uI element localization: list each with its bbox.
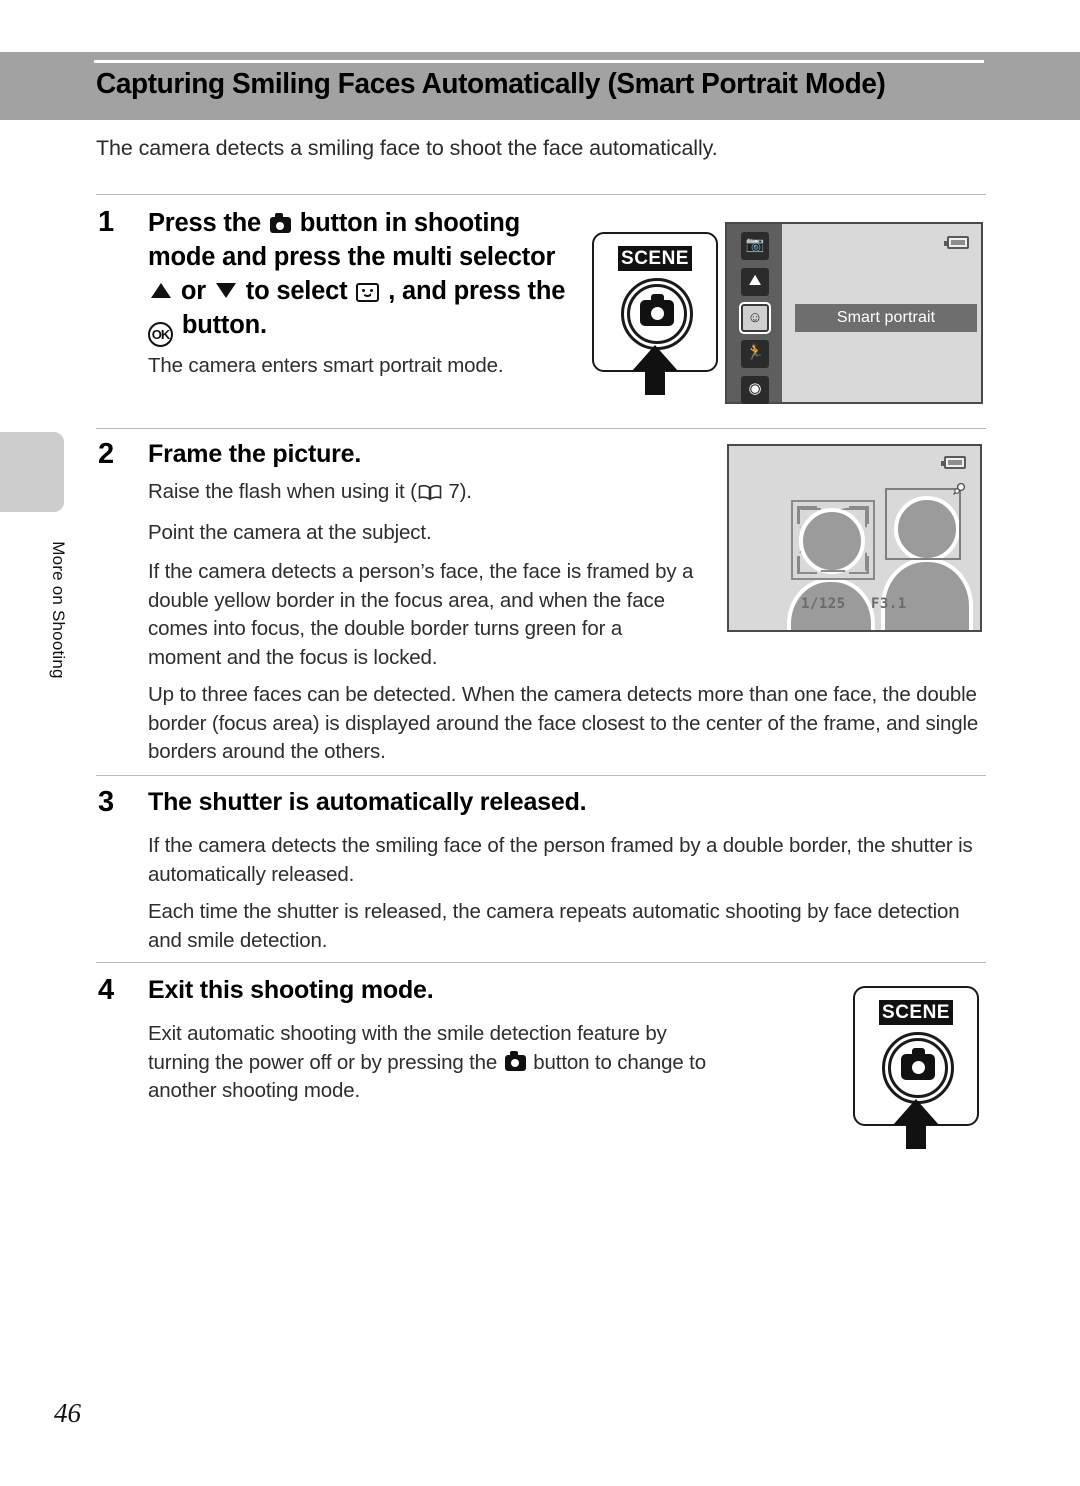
step-1-heading: Press the button in shooting mode and pr… bbox=[148, 206, 578, 347]
camera-mode-icon-dial-2 bbox=[901, 1048, 935, 1080]
rule-step2 bbox=[96, 428, 986, 429]
chapter-tab-label: More on Shooting bbox=[49, 541, 68, 679]
double-focus-inner bbox=[797, 506, 869, 574]
step-2-body-line-3: If the camera detects a person’s face, t… bbox=[148, 560, 694, 669]
step-2-body-line-1: Raise the flash when using it ( 7). bbox=[148, 478, 688, 507]
aperture-value: F3.1 bbox=[871, 596, 907, 612]
step-2-body-line-4: Up to three faces can be detected. When … bbox=[148, 683, 979, 763]
viewfinder-battery-icon bbox=[941, 456, 966, 469]
step-2-flash-text-b: 7). bbox=[448, 480, 472, 503]
page-number: 46 bbox=[54, 1398, 81, 1428]
rule-step4 bbox=[96, 962, 986, 963]
step-3-body-line-1: If the camera detects the smiling face o… bbox=[148, 834, 973, 886]
camera-mode-icon bbox=[269, 213, 291, 233]
person-right-body bbox=[881, 558, 973, 630]
ok-button-icon: OK bbox=[148, 322, 173, 347]
step-2-heading: Frame the picture. bbox=[148, 440, 362, 468]
title-rule bbox=[94, 60, 984, 63]
step-4-heading: Exit this shooting mode. bbox=[148, 976, 434, 1004]
single-focus-border bbox=[885, 488, 961, 560]
auto-mode-icon: ◉ bbox=[741, 376, 769, 404]
step-1-body: The camera enters smart portrait mode. bbox=[148, 354, 504, 377]
step-3-body-line-2: Each time the shutter is released, the c… bbox=[148, 900, 960, 952]
step-4-body: Exit automatic shooting with the smile d… bbox=[148, 1020, 708, 1106]
step-2-number: 2 bbox=[98, 438, 115, 470]
night-portrait-icon: 📷 bbox=[741, 232, 769, 260]
selected-menu-item[interactable]: Smart portrait bbox=[795, 304, 977, 332]
night-landscape-glyph: ⛰ bbox=[748, 272, 762, 289]
step-3-number: 3 bbox=[98, 786, 115, 818]
step-1-text-f: button. bbox=[181, 311, 267, 339]
smart-portrait-smiley-icon bbox=[356, 283, 380, 302]
scene-label-1: SCENE bbox=[618, 246, 692, 271]
chapter-tab-block bbox=[0, 432, 64, 512]
battery-icon bbox=[944, 236, 969, 249]
lcd-menu-illustration: 📷 ⛰ ☺ 🏃 ◉ Smart portrait bbox=[725, 222, 983, 404]
step-1-text-c: or bbox=[180, 277, 206, 305]
page-title-banner: Capturing Smiling Faces Automatically (S… bbox=[0, 52, 1080, 120]
flash-ready-icon bbox=[950, 482, 966, 498]
sports-icon: 🏃 bbox=[741, 340, 769, 368]
smart-portrait-icon[interactable]: ☺ bbox=[739, 302, 771, 334]
night-portrait-glyph: 📷 bbox=[745, 236, 765, 253]
triangle-down-icon bbox=[215, 283, 236, 298]
scene-label-2: SCENE bbox=[879, 1000, 953, 1025]
step-4-number: 4 bbox=[98, 974, 115, 1006]
viewfinder-battery-fill bbox=[948, 460, 962, 465]
smart-portrait-glyph: ☺ bbox=[747, 309, 763, 326]
auto-mode-glyph: ◉ bbox=[748, 380, 762, 397]
step-1-number: 1 bbox=[98, 206, 115, 238]
sports-glyph: 🏃 bbox=[745, 344, 765, 361]
night-landscape-icon: ⛰ bbox=[741, 268, 769, 296]
camera-mode-icon-dial-1 bbox=[640, 294, 674, 326]
rule-step1 bbox=[96, 194, 986, 195]
book-reference-icon bbox=[418, 484, 442, 501]
step-1-text-a: Press the bbox=[148, 209, 262, 237]
viewfinder-illustration: 1/125 F3.1 bbox=[727, 444, 982, 632]
camera-mode-icon-step4 bbox=[504, 1050, 526, 1071]
step-3-heading: The shutter is automatically released. bbox=[148, 788, 587, 816]
triangle-up-icon bbox=[151, 283, 171, 298]
step-1-text-d: to select bbox=[245, 277, 348, 305]
rule-step3 bbox=[96, 775, 986, 776]
step-2-flash-text-a: Raise the flash when using it ( bbox=[148, 480, 417, 503]
intro-paragraph: The camera detects a smiling face to sho… bbox=[96, 136, 718, 160]
press-arrow-head-1 bbox=[632, 345, 678, 371]
step-1-text-e: , and press the bbox=[388, 277, 566, 305]
step-2-body-line-2: Point the camera at the subject. bbox=[148, 521, 432, 544]
press-arrow-head-2 bbox=[893, 1099, 939, 1125]
battery-fill bbox=[951, 240, 965, 245]
shutter-speed-value: 1/125 bbox=[801, 596, 846, 612]
page-title: Capturing Smiling Faces Automatically (S… bbox=[96, 68, 886, 100]
